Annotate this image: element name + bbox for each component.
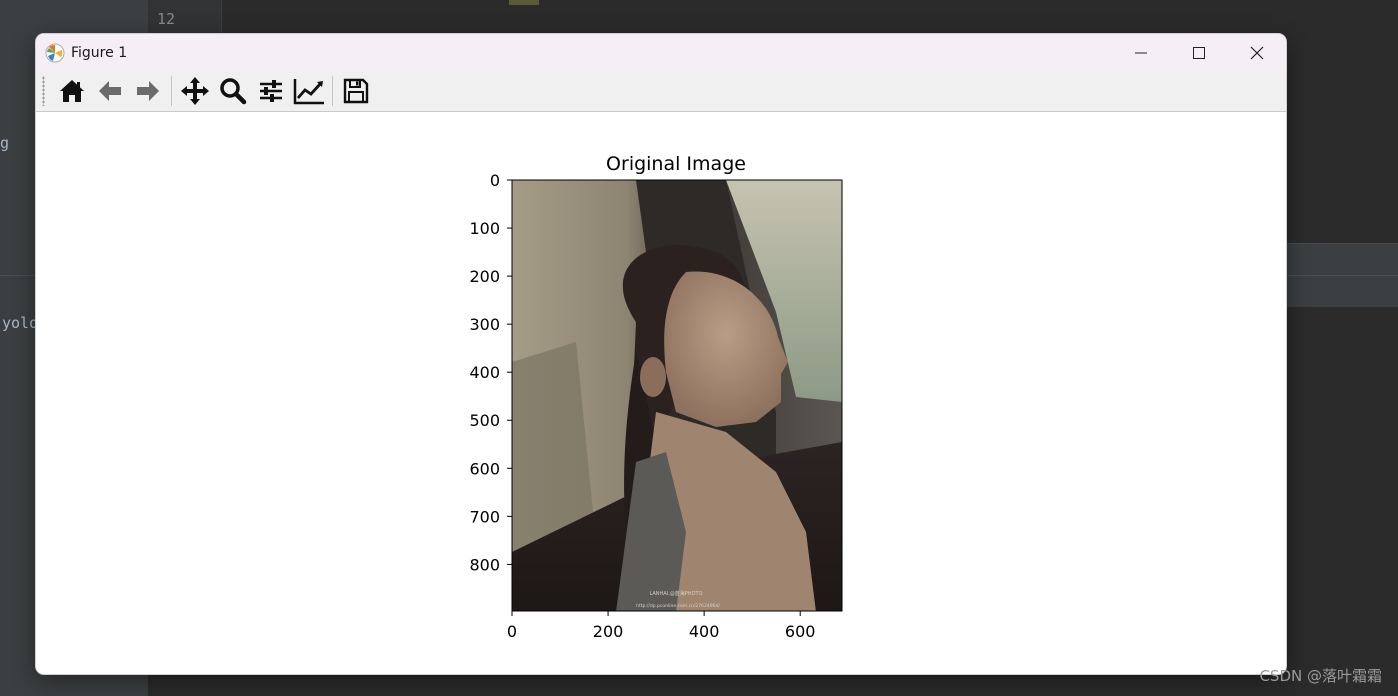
figure-window: Figure 1 Original Image LANHAI.@蓝海PHOTO … <box>36 34 1286 674</box>
image-watermark-1: LANHAI.@蓝海PHOTO <box>649 590 702 597</box>
x-axis: 0 200 400 600 <box>507 611 816 641</box>
x-tick-label: 0 <box>507 622 517 641</box>
save-button[interactable] <box>337 73 375 109</box>
y-tick-label: 0 <box>490 171 500 190</box>
window-titlebar[interactable]: Figure 1 <box>36 34 1286 71</box>
ide-text-fragment: g <box>0 134 10 152</box>
window-title: Figure 1 <box>71 44 128 61</box>
y-tick-label: 500 <box>469 411 500 430</box>
zoom-button[interactable] <box>214 73 252 109</box>
y-tick-label: 200 <box>469 267 500 286</box>
minimize-icon <box>1135 52 1147 53</box>
y-axis: 0 100 200 300 400 500 600 700 800 <box>469 171 512 574</box>
ide-editor-area <box>1286 0 1398 244</box>
toolbar-separator <box>171 76 172 106</box>
ide-highlight <box>509 0 539 5</box>
forward-button[interactable] <box>129 73 167 109</box>
edit-axes-button[interactable] <box>290 73 328 109</box>
y-tick-label: 800 <box>469 555 500 574</box>
y-tick-label: 100 <box>469 219 500 238</box>
sliders-icon <box>260 80 282 102</box>
close-button[interactable] <box>1228 34 1286 71</box>
maximize-button[interactable] <box>1170 34 1228 71</box>
y-tick-label: 400 <box>469 363 500 382</box>
zoom-icon <box>220 78 247 105</box>
matplotlib-logo-icon <box>45 43 65 62</box>
home-button[interactable] <box>53 73 91 109</box>
move-icon <box>181 77 209 105</box>
ide-line-number: 12 <box>157 10 176 28</box>
figure-svg: Original Image LANHAI.@蓝海PHOTO http://dp… <box>469 153 843 641</box>
subplots-button[interactable] <box>252 73 290 109</box>
navigation-toolbar <box>36 71 1286 112</box>
image-watermark-2: http://dp.pconline.com.cn/27624964/ <box>636 603 720 609</box>
x-tick-label: 400 <box>689 622 720 641</box>
minimize-button[interactable] <box>1112 34 1170 71</box>
arrow-right-icon <box>137 81 159 101</box>
plot-title: Original Image <box>606 153 746 175</box>
ide-tool-bar <box>1286 244 1398 275</box>
x-tick-label: 200 <box>593 622 624 641</box>
y-tick-label: 600 <box>469 459 500 478</box>
maximize-icon <box>1193 46 1205 59</box>
y-tick-label: 700 <box>469 507 500 526</box>
line-chart-icon <box>293 79 324 105</box>
toolbar-separator <box>332 76 333 106</box>
image-content <box>512 180 842 611</box>
y-tick-label: 300 <box>469 315 500 334</box>
pan-button[interactable] <box>176 73 214 109</box>
close-icon <box>1250 46 1264 59</box>
save-icon <box>343 78 369 104</box>
x-tick-label: 600 <box>785 622 816 641</box>
ide-console-fragment: yolo <box>2 314 39 332</box>
back-button[interactable] <box>91 73 129 109</box>
toolbar-grip[interactable] <box>42 76 45 106</box>
home-icon <box>60 80 84 102</box>
figure-canvas[interactable]: Original Image LANHAI.@蓝海PHOTO http://dp… <box>36 112 1286 674</box>
csdn-watermark: CSDN @落叶霜霜 <box>1259 667 1382 685</box>
arrow-left-icon <box>99 81 121 101</box>
